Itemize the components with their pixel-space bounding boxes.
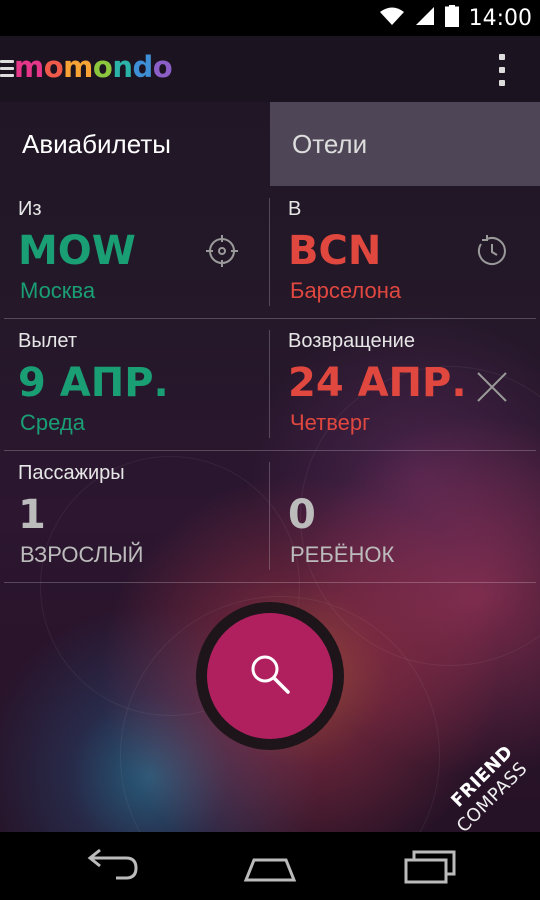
departure-date-text: 9 АПР.: [18, 360, 169, 406]
children-count: 0: [288, 492, 316, 538]
return-date-field[interactable]: Возвращение 24 АПР. Четверг: [270, 318, 540, 450]
logo-letter: m: [63, 50, 93, 84]
app-screen: momondo Авиабилеты Отели Из MOW Москва В…: [0, 36, 540, 832]
return-weekday: Четверг: [290, 410, 371, 435]
back-icon[interactable]: [82, 844, 142, 888]
tab-flights[interactable]: Авиабилеты: [0, 102, 270, 186]
divider: [4, 582, 536, 583]
origin-city: Москва: [20, 278, 96, 303]
navigation-bar: [0, 832, 540, 900]
departure-weekday: Среда: [20, 410, 85, 435]
status-bar: 14:00: [0, 0, 540, 36]
clear-return-icon[interactable]: [475, 370, 509, 409]
home-icon[interactable]: [240, 844, 300, 888]
clock: 14:00: [468, 5, 532, 31]
adults-label: ВЗРОСЛЫЙ: [20, 542, 144, 567]
logo-letter: o: [152, 50, 173, 84]
tab-hotels[interactable]: Отели: [270, 102, 540, 186]
origin-field[interactable]: Из MOW Москва: [0, 186, 270, 318]
passengers-label: Пассажиры: [18, 462, 125, 484]
departure-date-field[interactable]: Вылет 9 АПР. Среда: [0, 318, 270, 450]
adults-count: 1: [18, 492, 46, 538]
wifi-icon: [379, 6, 405, 31]
logo-letter: o: [43, 50, 64, 84]
battery-icon: [444, 4, 459, 32]
destination-field[interactable]: В BCN Барселона: [270, 186, 540, 318]
destination-code: BCN: [288, 228, 382, 274]
origin-code: MOW: [18, 228, 136, 274]
return-label: Возвращение: [288, 330, 415, 352]
momondo-logo: momondo: [14, 50, 173, 84]
overflow-menu-icon[interactable]: [492, 54, 512, 86]
status-icons: 14:00: [379, 0, 532, 36]
return-date: 24 АПР.: [288, 360, 467, 406]
logo-letter: m: [14, 50, 44, 84]
history-icon[interactable]: [475, 234, 509, 273]
search-icon: [248, 652, 292, 701]
adults-field[interactable]: Пассажиры 1 ВЗРОСЛЫЙ: [0, 450, 270, 582]
app-bar: momondo: [0, 36, 540, 102]
location-target-icon[interactable]: [205, 234, 239, 273]
menu-icon[interactable]: [0, 60, 14, 78]
search-button[interactable]: [207, 613, 333, 739]
logo-letter: d: [132, 50, 153, 84]
departure-date: 9 АПР.: [18, 360, 169, 406]
destination-city: Барселона: [290, 278, 402, 303]
departure-label: Вылет: [18, 330, 78, 352]
children-field[interactable]: 0 РЕБЁНОК: [270, 450, 540, 582]
children-label: РЕБЁНОК: [290, 542, 395, 567]
origin-label: Из: [18, 198, 42, 220]
recent-apps-icon[interactable]: [400, 844, 460, 888]
signal-icon: [415, 6, 435, 31]
logo-letter: n: [112, 50, 133, 84]
search-tabs: Авиабилеты Отели: [0, 102, 540, 186]
destination-label: В: [288, 198, 302, 220]
logo-letter: o: [92, 50, 113, 84]
